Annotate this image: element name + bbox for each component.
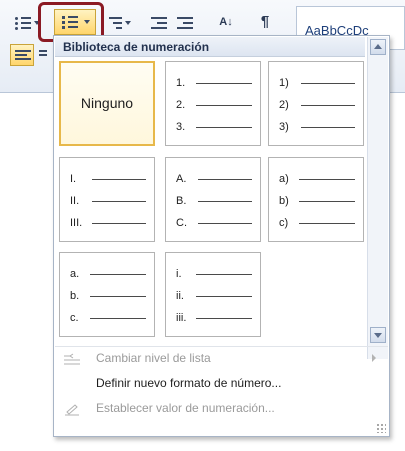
marker: 2) [279, 99, 289, 111]
numbering-library-header: Biblioteca de numeración [55, 37, 365, 57]
marker: III. [70, 217, 83, 229]
align-left-icon [15, 49, 31, 63]
marker: i. [176, 268, 182, 280]
marker: ii. [176, 290, 184, 302]
align-center-button[interactable] [38, 44, 48, 66]
marker: c. [70, 312, 79, 324]
change-list-level-item[interactable]: Cambiar nivel de lista [55, 346, 388, 370]
define-new-number-format-item[interactable]: Definir nuevo formato de número... [55, 371, 388, 395]
numbering-tile-upper-roman[interactable]: I. II. III. [59, 157, 155, 242]
none-label: Ninguno [80, 95, 134, 111]
marker: b) [279, 195, 289, 207]
define-new-number-format-label: Definir nuevo formato de número... [96, 376, 282, 390]
sort-az-icon: A↓ [219, 16, 233, 28]
change-level-icon [63, 351, 81, 365]
align-left-button[interactable] [10, 44, 34, 66]
numbering-tile-decimal-paren[interactable]: 1) 2) 3) [268, 61, 364, 146]
numbering-tile-decimal-period[interactable]: 1. 2. 3. [165, 61, 261, 146]
show-marks-button[interactable]: ¶ [254, 10, 276, 32]
sort-button[interactable]: A↓ [214, 11, 238, 33]
align-center-icon [39, 48, 47, 62]
numbering-tile-lower-alpha-paren[interactable]: a) b) c) [268, 157, 364, 242]
numbering-library-dropdown: Biblioteca de numeración Ninguno 1. 2. 3… [53, 35, 390, 437]
marker: 3) [279, 121, 289, 133]
change-list-level-label: Cambiar nivel de lista [96, 351, 211, 365]
chevron-down-icon [124, 21, 131, 25]
chevron-right-icon [372, 354, 376, 362]
scroll-down-button[interactable] [370, 327, 386, 343]
marker: I. [70, 173, 77, 185]
marker: a. [70, 268, 80, 280]
pilcrow-icon: ¶ [260, 12, 270, 30]
marker: C. [176, 217, 187, 229]
multilevel-list-button[interactable] [105, 12, 131, 34]
marker: 1. [176, 77, 186, 89]
scroll-up-button[interactable] [370, 39, 386, 55]
numbering-tile-lower-alpha-period[interactable]: a. b. c. [59, 252, 155, 337]
bullets-icon [14, 16, 31, 30]
increase-indent-icon [177, 16, 193, 30]
numbering-tile-upper-alpha[interactable]: A. B. C. [165, 157, 261, 242]
set-value-icon [63, 401, 81, 416]
numbering-tile-lower-roman[interactable]: i. ii. iii. [165, 252, 261, 337]
marker: 3. [176, 121, 186, 133]
numbering-tile-none[interactable]: Ninguno [59, 61, 155, 146]
marker: II. [70, 195, 80, 207]
resize-grip-icon[interactable] [376, 423, 386, 433]
marker: iii. [176, 312, 187, 324]
marker: c) [279, 217, 289, 229]
decrease-indent-button[interactable] [148, 12, 170, 34]
marker: a) [279, 173, 289, 185]
marker: 1) [279, 77, 289, 89]
gallery-scrollbar[interactable] [367, 37, 388, 359]
marker: B. [176, 195, 187, 207]
set-numbering-value-label: Establecer valor de numeración... [96, 401, 275, 415]
set-numbering-value-item[interactable]: Establecer valor de numeración... [55, 396, 388, 420]
marker: 2. [176, 99, 186, 111]
marker: b. [70, 290, 80, 302]
arrow-up-icon [374, 44, 382, 49]
marker: A. [176, 173, 187, 185]
arrow-down-icon [374, 333, 382, 338]
increase-indent-button[interactable] [174, 12, 196, 34]
multilevel-list-icon [106, 16, 122, 30]
decrease-indent-icon [151, 16, 167, 30]
